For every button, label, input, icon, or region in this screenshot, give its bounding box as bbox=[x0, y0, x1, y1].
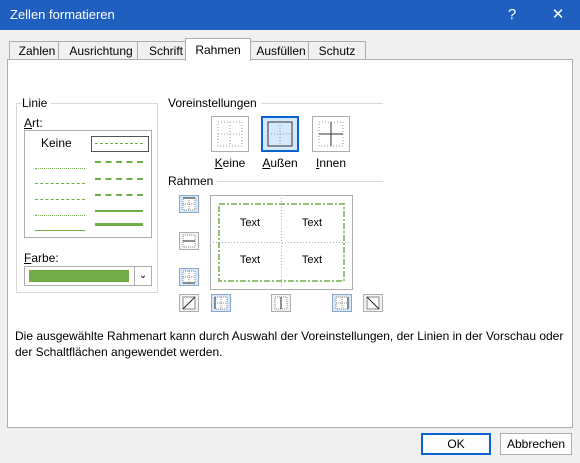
line-style-selection bbox=[91, 136, 149, 152]
linie-group-label: Linie bbox=[22, 96, 52, 110]
line-style-medium-dash-dot[interactable] bbox=[95, 178, 143, 180]
border-top-button[interactable] bbox=[179, 195, 199, 213]
preview-border-lines bbox=[213, 198, 350, 287]
diagonal-down-icon bbox=[366, 296, 380, 310]
line-style-thick[interactable] bbox=[95, 223, 143, 226]
line-style-keine[interactable]: Keine bbox=[41, 136, 72, 150]
help-button[interactable]: ? bbox=[492, 0, 532, 30]
farbe-select[interactable]: ⌄ bbox=[24, 266, 152, 286]
preset-keine-icon bbox=[217, 121, 243, 147]
line-style-dash-dot[interactable] bbox=[35, 199, 85, 200]
border-diagonal-up-button[interactable] bbox=[179, 294, 199, 312]
border-inside-vertical-button[interactable] bbox=[271, 294, 291, 312]
preset-innen-label: Innen bbox=[315, 156, 347, 170]
farbe-swatch bbox=[29, 270, 129, 282]
border-inside-horizontal-button[interactable] bbox=[179, 232, 199, 250]
border-inside-horizontal-icon bbox=[182, 234, 196, 248]
border-right-icon bbox=[335, 296, 349, 310]
border-diagonal-down-button[interactable] bbox=[363, 294, 383, 312]
tab-ausrichtung[interactable]: Ausrichtung bbox=[58, 41, 144, 60]
border-bottom-icon bbox=[182, 270, 196, 284]
border-bottom-button[interactable] bbox=[179, 268, 199, 286]
border-left-icon bbox=[214, 296, 228, 310]
line-style-thin[interactable] bbox=[35, 230, 85, 231]
chevron-down-icon[interactable]: ⌄ bbox=[134, 267, 151, 285]
line-style-medium-dash-dot-dot[interactable] bbox=[95, 143, 143, 144]
title-bar: Zellen formatieren ? ✕ bbox=[0, 0, 580, 30]
dialog-body: Zahlen Ausrichtung Schrift Rahmen Ausfül… bbox=[0, 30, 580, 463]
presets-group-label: Voreinstellungen bbox=[168, 96, 261, 110]
preview-text-1: Text bbox=[239, 217, 261, 229]
preview-text-4: Text bbox=[301, 254, 323, 266]
preset-innen-icon bbox=[318, 121, 344, 147]
tab-zahlen[interactable]: Zahlen bbox=[9, 41, 65, 60]
border-left-button[interactable] bbox=[211, 294, 231, 312]
line-style-medium-dashed[interactable] bbox=[95, 194, 143, 196]
art-label: Art: bbox=[24, 116, 43, 130]
window-title: Zellen formatieren bbox=[10, 7, 115, 22]
preset-keine-label: Keine bbox=[214, 156, 246, 170]
tab-schutz[interactable]: Schutz bbox=[308, 41, 366, 60]
preview-text-3: Text bbox=[239, 254, 261, 266]
ok-button[interactable]: OK bbox=[421, 433, 491, 455]
line-style-hair-dotted[interactable] bbox=[35, 168, 85, 169]
border-top-icon bbox=[182, 197, 196, 211]
line-style-dash-dot-dot[interactable] bbox=[35, 183, 85, 184]
line-style-dotted[interactable] bbox=[35, 215, 85, 216]
description-text: Die ausgewählte Rahmenart kann durch Aus… bbox=[15, 329, 564, 359]
preset-aussen-icon bbox=[267, 121, 293, 147]
preview-text-2: Text bbox=[301, 217, 323, 229]
tab-panel-rahmen: Linie Art: Keine Farbe: ⌄ Voreinstellung… bbox=[7, 59, 573, 428]
border-inside-vertical-icon bbox=[274, 296, 288, 310]
tab-rahmen[interactable]: Rahmen bbox=[185, 38, 251, 61]
tab-ausfuellen[interactable]: Ausfüllen bbox=[246, 41, 316, 60]
cancel-button[interactable]: Abbrechen bbox=[500, 433, 572, 455]
preset-aussen-label: Außen bbox=[262, 156, 298, 170]
preset-aussen-button[interactable] bbox=[261, 116, 299, 152]
rahmen-group-label: Rahmen bbox=[168, 174, 218, 188]
line-style-list[interactable]: Keine bbox=[24, 130, 152, 238]
line-style-medium[interactable] bbox=[95, 210, 143, 212]
line-style-slanted-dash-dot[interactable] bbox=[95, 161, 143, 163]
preset-keine-button[interactable] bbox=[211, 116, 249, 152]
close-button[interactable]: ✕ bbox=[538, 0, 578, 30]
farbe-label: Farbe: bbox=[24, 251, 59, 265]
diagonal-up-icon bbox=[182, 296, 196, 310]
preset-innen-button[interactable] bbox=[312, 116, 350, 152]
border-preview[interactable]: Text Text Text Text bbox=[210, 195, 353, 290]
border-right-button[interactable] bbox=[332, 294, 352, 312]
